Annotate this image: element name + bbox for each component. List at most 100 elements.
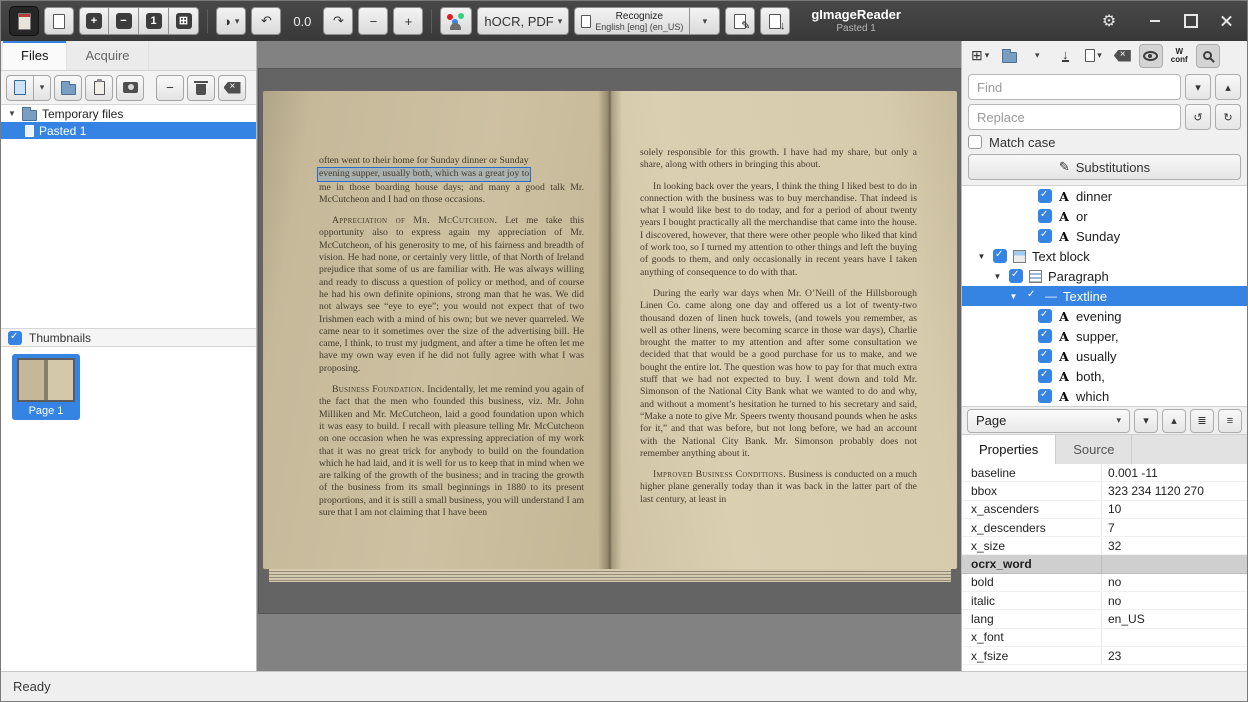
property-row[interactable]: bbox323 234 1120 270 (962, 482, 1247, 500)
ocr-mode-dropdown[interactable]: hOCR, PDF▾ (477, 7, 569, 35)
recognize-language-dropdown[interactable]: ▾ (690, 7, 720, 35)
open-hocr-button[interactable] (997, 44, 1021, 68)
hocr-word-row[interactable]: Awhich (962, 386, 1247, 406)
property-value[interactable]: 0.001 -11 (1102, 464, 1247, 481)
paragraph-checkbox[interactable] (1009, 269, 1023, 283)
minimize-button[interactable] (1143, 9, 1167, 33)
export-hocr-button[interactable]: ▾ (1081, 44, 1106, 68)
find-replace-toggle[interactable] (1196, 44, 1220, 68)
property-row[interactable]: x_fsize23 (962, 647, 1247, 665)
word-checkbox[interactable] (1038, 229, 1052, 243)
clipboard-button[interactable] (85, 75, 113, 101)
property-value[interactable]: no (1102, 592, 1247, 609)
confidence-toggle[interactable]: Wconf (1167, 44, 1192, 68)
export-button[interactable]: ↓ (760, 7, 790, 35)
preview-toggle[interactable] (1139, 44, 1163, 68)
paste-dropdown[interactable]: ▾ (34, 75, 51, 101)
maximize-button[interactable] (1179, 9, 1203, 33)
tree-folder-row[interactable]: ▼ Temporary files (1, 105, 256, 122)
collapse-all-button[interactable]: ≡ (1218, 409, 1242, 433)
clear-output-button[interactable] (1110, 44, 1135, 68)
word-checkbox[interactable] (1038, 309, 1052, 323)
add-images-button[interactable] (54, 75, 82, 101)
tab-source[interactable]: Source (1056, 435, 1132, 464)
word-checkbox[interactable] (1038, 209, 1052, 223)
remove-image-button[interactable]: − (156, 75, 184, 101)
match-case-checkbox[interactable] (968, 135, 982, 149)
clear-images-button[interactable] (218, 75, 246, 101)
property-value[interactable]: 23 (1102, 647, 1247, 664)
prev-item-button[interactable]: ▴ (1162, 409, 1186, 433)
property-value[interactable]: no (1102, 574, 1247, 591)
delete-image-button[interactable] (187, 75, 215, 101)
rotate-right-button[interactable]: ↷ (323, 7, 353, 35)
find-input[interactable] (968, 74, 1181, 100)
hocr-word-row[interactable]: Aor (962, 206, 1247, 226)
image-canvas[interactable]: often went to their home for Sunday dinn… (257, 41, 963, 671)
hocr-word-row[interactable]: Ausually (962, 346, 1247, 366)
textline-checkbox[interactable] (1025, 289, 1039, 303)
remove-page-button[interactable]: − (109, 7, 139, 35)
expander-icon[interactable]: ▼ (992, 272, 1003, 281)
replace-button[interactable]: ↺ (1185, 104, 1211, 130)
hocr-textline-row-selected[interactable]: ▼—Textline (962, 286, 1247, 306)
property-row[interactable]: baseline0.001 -11 (962, 464, 1247, 482)
screenshot-button[interactable] (116, 75, 144, 101)
hocr-word-row[interactable]: Aboth, (962, 366, 1247, 386)
word-checkbox[interactable] (1038, 349, 1052, 363)
word-checkbox[interactable] (1038, 389, 1052, 403)
property-value[interactable]: 32 (1102, 537, 1247, 554)
property-row[interactable]: x_ascenders10 (962, 501, 1247, 519)
insert-mode-button[interactable]: ⊞▾ (967, 44, 993, 68)
tree-file-row[interactable]: Pasted 1 (1, 122, 256, 139)
expander-icon[interactable]: ▼ (1008, 292, 1019, 301)
word-checkbox[interactable] (1038, 329, 1052, 343)
property-row[interactable]: italicno (962, 592, 1247, 610)
expander-icon[interactable]: ▼ (976, 252, 987, 261)
add-page-button[interactable]: + (79, 7, 109, 35)
selected-textline-highlight[interactable]: evening supper, usually both, which was … (317, 167, 531, 181)
word-checkbox[interactable] (1038, 369, 1052, 383)
recognize-button[interactable]: Recognize English [eng] (en_US) (574, 7, 690, 35)
all-pages-button[interactable]: ⊞ (169, 7, 199, 35)
manage-pages-button[interactable] (44, 7, 74, 35)
expander-icon[interactable]: ▼ (7, 109, 17, 118)
fill-mode-button[interactable]: ◑▾ (216, 7, 246, 35)
close-button[interactable] (1215, 9, 1239, 33)
zoom-out-button[interactable]: − (358, 7, 388, 35)
property-row[interactable]: boldno (962, 574, 1247, 592)
recognition-settings-button[interactable] (440, 7, 472, 35)
word-checkbox[interactable] (1038, 189, 1052, 203)
property-row[interactable]: x_size32 (962, 537, 1247, 555)
expand-all-button[interactable]: ≣ (1190, 409, 1214, 433)
property-value[interactable] (1102, 629, 1247, 646)
property-value[interactable]: 7 (1102, 519, 1247, 536)
hocr-word-row[interactable]: Aevening (962, 306, 1247, 326)
tab-files[interactable]: Files (3, 41, 67, 70)
find-next-button[interactable]: ▾ (1185, 74, 1211, 100)
property-value[interactable]: 10 (1102, 501, 1247, 518)
replace-all-button[interactable]: ↻ (1215, 104, 1241, 130)
rotate-left-button[interactable]: ↶ (251, 7, 281, 35)
property-row[interactable]: langen_US (962, 610, 1247, 628)
settings-button[interactable]: ⚙ (1097, 9, 1121, 33)
hocr-textblock-row[interactable]: ▼Text block (962, 246, 1247, 266)
hocr-word-row[interactable]: ASunday (962, 226, 1247, 246)
hocr-word-row[interactable]: Asupper, (962, 326, 1247, 346)
tab-properties[interactable]: Properties (962, 435, 1056, 464)
property-value[interactable]: 323 234 1120 270 (1102, 482, 1247, 499)
property-row[interactable]: x_descenders7 (962, 519, 1247, 537)
property-row[interactable]: x_font (962, 629, 1247, 647)
edit-output-button[interactable]: ✎ (725, 7, 755, 35)
tab-acquire[interactable]: Acquire (67, 41, 148, 70)
single-page-button[interactable]: 1 (139, 7, 169, 35)
property-value[interactable]: en_US (1102, 610, 1247, 627)
thumbnail-page-1[interactable]: Page 1 (12, 354, 80, 420)
next-item-button[interactable]: ▾ (1134, 409, 1158, 433)
paste-button[interactable] (6, 75, 34, 101)
substitutions-button[interactable]: ✎ Substitutions (968, 154, 1241, 180)
save-hocr-button[interactable]: ↓ (1053, 44, 1077, 68)
zoom-in-button[interactable]: + (393, 7, 423, 35)
find-prev-button[interactable]: ▴ (1215, 74, 1241, 100)
open-hocr-dropdown[interactable]: ▾ (1025, 44, 1049, 68)
